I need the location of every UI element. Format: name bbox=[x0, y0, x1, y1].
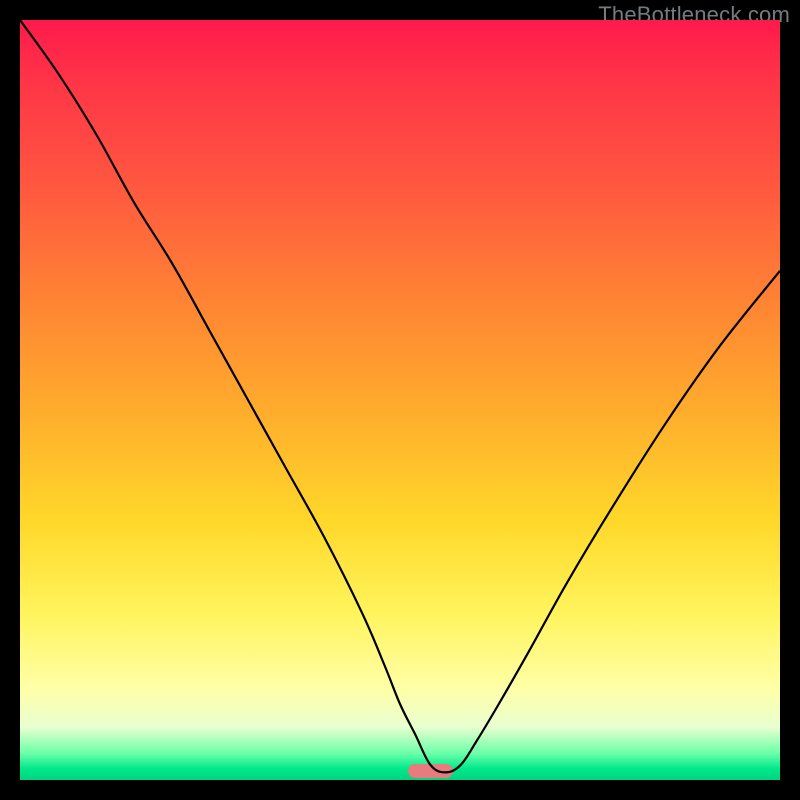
curve-svg bbox=[20, 20, 780, 780]
plot-area bbox=[20, 20, 780, 780]
bottleneck-curve-path bbox=[20, 20, 780, 772]
chart-frame: TheBottleneck.com bbox=[0, 0, 800, 800]
